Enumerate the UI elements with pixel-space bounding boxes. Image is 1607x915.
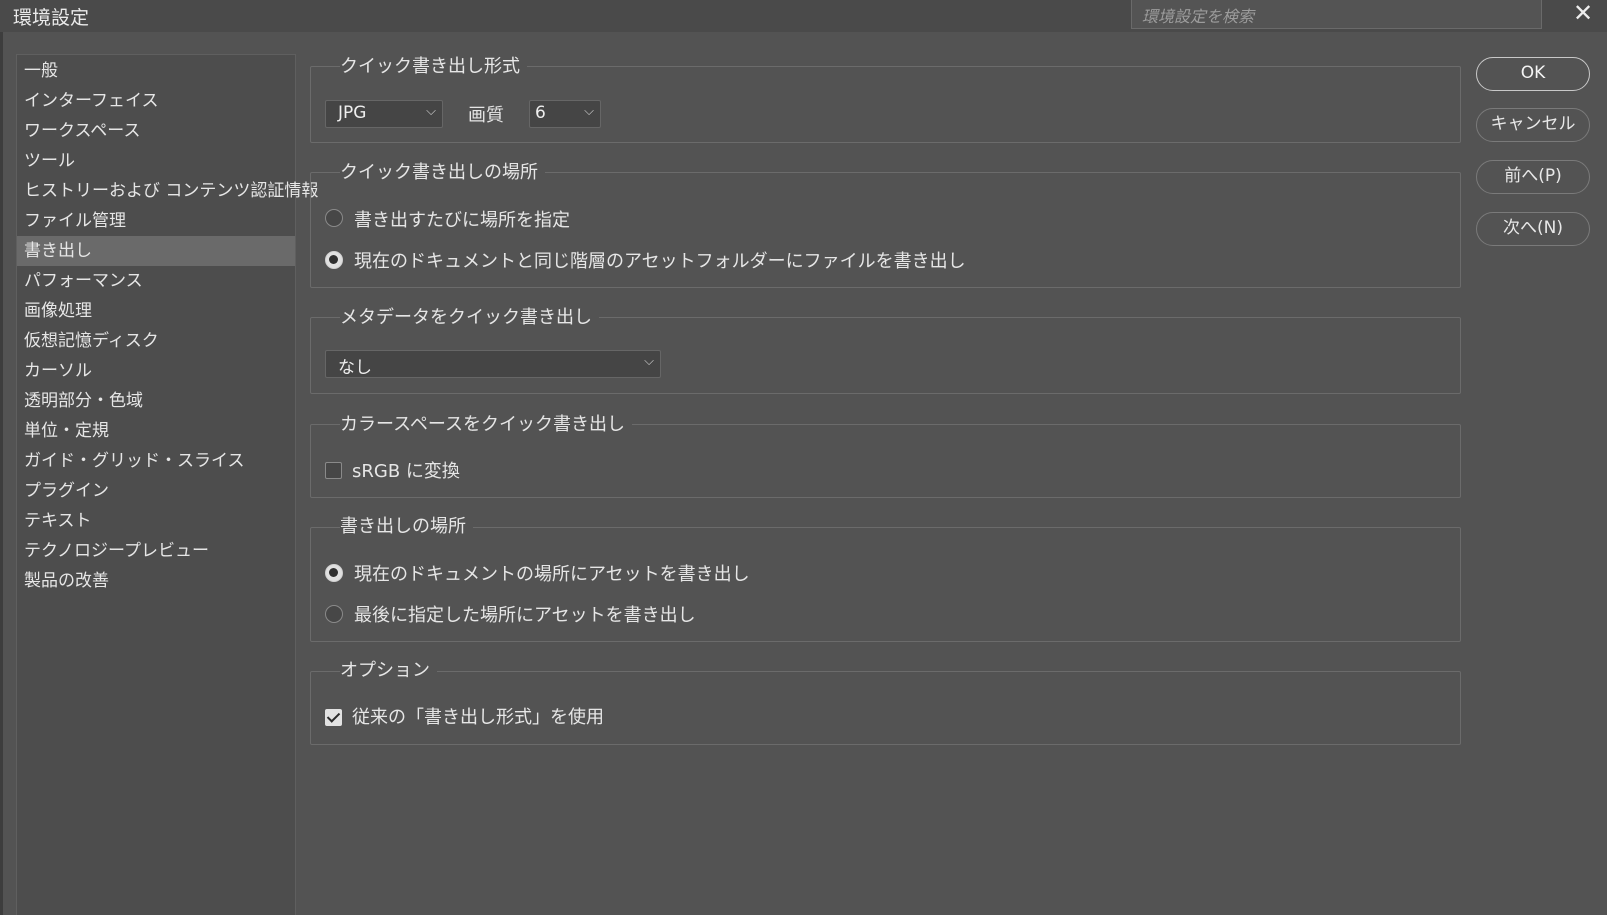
search-input[interactable]: 環境設定を検索 (1131, 0, 1542, 29)
chevron-down-icon: ⌵ (644, 354, 654, 369)
radio-assets-folder[interactable] (325, 251, 343, 269)
chevron-down-icon: ⌵ (584, 104, 594, 119)
format-select[interactable]: JPG ⌵ (325, 100, 443, 128)
sidebar: 一般 インターフェイス ワークスペース ツール ヒストリーおよび コンテンツ認証… (16, 54, 318, 915)
sidebar-item-export[interactable]: 書き出し (17, 236, 295, 266)
radio-last-location[interactable] (325, 605, 343, 623)
sidebar-item-transparency[interactable]: 透明部分・色域 (17, 386, 295, 416)
sidebar-item-image-processing[interactable]: 画像処理 (17, 296, 295, 326)
prev-button[interactable]: 前へ(P) (1476, 160, 1590, 194)
quality-label: 画質 (468, 105, 504, 126)
metadata-select-value: なし (338, 358, 372, 378)
sidebar-item-cursors[interactable]: カーソル (17, 356, 295, 386)
window-title: 環境設定 (13, 7, 90, 29)
chevron-down-icon: ⌵ (426, 104, 436, 119)
options-title: オプション (340, 656, 437, 682)
quality-select[interactable]: 6 ⌵ (529, 100, 601, 128)
sidebar-item-guides[interactable]: ガイド・グリッド・スライス (17, 446, 295, 476)
sidebar-item-performance[interactable]: パフォーマンス (17, 266, 295, 296)
quick-export-colorspace-title: カラースペースをクイック書き出し (340, 410, 632, 436)
quick-export-location-title: クイック書き出しの場所 (340, 158, 545, 184)
export-location-title: 書き出しの場所 (340, 512, 473, 538)
radio-ask-each-time-label: 書き出すたびに場所を指定 (354, 210, 570, 231)
sidebar-item-general[interactable]: 一般 (17, 56, 295, 86)
sidebar-item-type[interactable]: テキスト (17, 506, 295, 536)
sidebar-item-units[interactable]: 単位・定規 (17, 416, 295, 446)
sidebar-item-interface[interactable]: インターフェイス (17, 86, 295, 116)
sidebar-item-scratch-disks[interactable]: 仮想記憶ディスク (17, 326, 295, 356)
sidebar-item-plugins[interactable]: プラグイン (17, 476, 295, 506)
sidebar-item-file-handling[interactable]: ファイル管理 (17, 206, 295, 236)
close-icon[interactable]: ✕ (1568, 0, 1598, 28)
next-button[interactable]: 次へ(N) (1476, 212, 1590, 246)
radio-ask-each-time[interactable] (325, 209, 343, 227)
quality-select-value: 6 (535, 103, 546, 123)
ok-button[interactable]: OK (1476, 57, 1590, 91)
radio-document-location[interactable] (325, 564, 343, 582)
sidebar-item-history[interactable]: ヒストリーおよび コンテンツ認証情報 (17, 176, 318, 206)
title-bar: 環境設定 環境設定を検索 ✕ (0, 0, 1607, 32)
format-select-value: JPG (338, 103, 367, 123)
radio-document-location-label: 現在のドキュメントの場所にアセットを書き出し (354, 564, 750, 585)
legacy-export-checkbox[interactable] (325, 709, 342, 726)
srgb-checkbox[interactable] (325, 462, 342, 479)
sidebar-item-tools[interactable]: ツール (17, 146, 295, 176)
srgb-checkbox-label: sRGB に変換 (352, 461, 460, 482)
window-edge (0, 32, 3, 915)
metadata-select[interactable]: なし ⌵ (325, 350, 661, 378)
legacy-export-checkbox-label: 従来の「書き出し形式」を使用 (352, 707, 604, 728)
radio-assets-folder-label: 現在のドキュメントと同じ階層のアセットフォルダーにファイルを書き出し (354, 251, 966, 272)
sidebar-item-product-improvement[interactable]: 製品の改善 (17, 566, 295, 596)
cancel-button[interactable]: キャンセル (1476, 108, 1590, 142)
quick-export-metadata-title: メタデータをクイック書き出し (340, 303, 599, 329)
sidebar-item-workspace[interactable]: ワークスペース (17, 116, 295, 146)
quick-export-format-title: クイック書き出し形式 (340, 52, 527, 78)
radio-last-location-label: 最後に指定した場所にアセットを書き出し (354, 605, 696, 626)
sidebar-item-tech-preview[interactable]: テクノロジープレビュー (17, 536, 295, 566)
